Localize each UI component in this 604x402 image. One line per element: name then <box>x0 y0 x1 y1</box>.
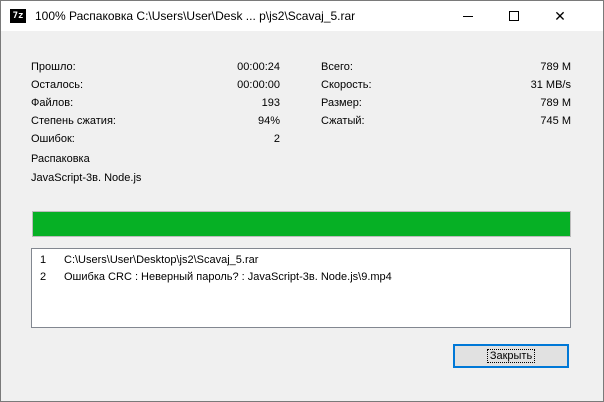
progress-bar <box>32 211 571 237</box>
packed-label: Сжатый: <box>321 115 365 127</box>
7zip-app-icon: 7z <box>10 9 26 23</box>
size-value: 789 M <box>540 97 571 109</box>
log-row-text: C:\Users\User\Desktop\js2\Scavaj_5.rar <box>64 254 259 266</box>
current-item: JavaScript-3в. Node.js <box>31 172 142 184</box>
maximize-icon <box>509 11 519 21</box>
errors-label: Ошибок: <box>31 133 75 145</box>
compression-ratio-value: 94% <box>257 115 280 127</box>
remaining-value: 00:00:00 <box>237 79 280 91</box>
minimize-button[interactable] <box>445 1 491 31</box>
progress-fill <box>33 212 570 236</box>
close-window-button[interactable]: ✕ <box>537 1 583 31</box>
maximize-button[interactable] <box>491 1 537 31</box>
log-row-text: Ошибка CRC : Неверный пароль? : JavaScri… <box>64 271 392 283</box>
log-row-number: 1 <box>40 254 47 266</box>
log-row-number: 2 <box>40 271 47 283</box>
title-bar[interactable]: 7z 100% Распаковка C:\Users\User\Desk ..… <box>1 1 603 31</box>
compression-ratio-label: Степень сжатия: <box>31 115 116 127</box>
speed-value: 31 MB/s <box>530 79 571 91</box>
log-row[interactable]: 1 C:\Users\User\Desktop\js2\Scavaj_5.rar <box>32 254 570 270</box>
elapsed-value: 00:00:24 <box>237 61 280 73</box>
extraction-dialog: 7z 100% Распаковка C:\Users\User\Desk ..… <box>0 0 604 402</box>
elapsed-label: Прошло: <box>31 61 76 73</box>
packed-value: 745 M <box>540 115 571 127</box>
files-label: Файлов: <box>31 97 74 109</box>
total-value: 789 M <box>540 61 571 73</box>
remaining-label: Осталось: <box>31 79 84 91</box>
operation-status: Распаковка <box>31 153 90 165</box>
files-value: 193 <box>261 97 280 109</box>
log-row[interactable]: 2 Ошибка CRC : Неверный пароль? : JavaSc… <box>32 271 570 287</box>
close-button-label: Закрыть <box>486 349 536 363</box>
close-button[interactable]: Закрыть <box>453 344 569 368</box>
close-icon: ✕ <box>554 7 566 24</box>
errors-value: 2 <box>273 133 280 145</box>
message-log[interactable]: 1 C:\Users\User\Desktop\js2\Scavaj_5.rar… <box>31 248 571 328</box>
total-label: Всего: <box>321 61 353 73</box>
speed-label: Скорость: <box>321 79 372 91</box>
size-label: Размер: <box>321 97 362 109</box>
minimize-icon <box>463 15 473 17</box>
window-title: 100% Распаковка C:\Users\User\Desk ... p… <box>35 9 356 23</box>
